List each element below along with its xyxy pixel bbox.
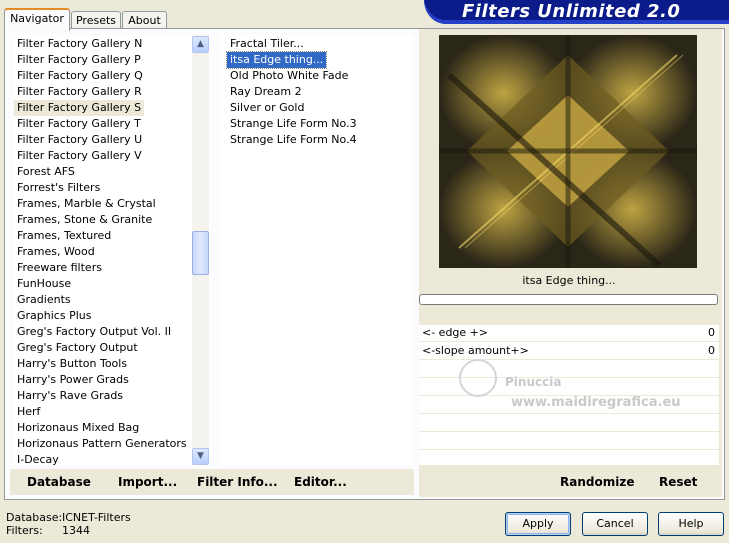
tab-about[interactable]: About bbox=[122, 11, 167, 29]
param-label: <-slope amount+> bbox=[422, 344, 529, 357]
category-item[interactable]: Frames, Marble & Crystal bbox=[14, 196, 159, 212]
category-item[interactable]: I-Decay bbox=[14, 452, 62, 468]
category-item[interactable]: Filter Factory Gallery T bbox=[14, 116, 144, 132]
category-list[interactable]: Filter Factory Gallery N Filter Factory G… bbox=[14, 35, 210, 468]
status-database-value: ICNET-Filters bbox=[62, 511, 131, 524]
category-item[interactable]: Gradients bbox=[14, 292, 74, 308]
status-filters-label: Filters: bbox=[6, 524, 43, 537]
params-grid: <- edge +> 0 <-slope amount+> 0 Pinuccia… bbox=[419, 325, 719, 465]
cancel-button[interactable]: Cancel bbox=[582, 512, 648, 536]
category-item[interactable]: Filter Factory Gallery R bbox=[14, 84, 145, 100]
category-item[interactable]: Greg's Factory Output bbox=[14, 340, 141, 356]
category-item[interactable]: Freeware filters bbox=[14, 260, 105, 276]
param-row-empty bbox=[419, 415, 719, 432]
filter-list[interactable]: Fractal Tiler... itsa Edge thing... Old Ph… bbox=[220, 35, 413, 465]
category-item[interactable]: Filter Factory Gallery Q bbox=[14, 68, 146, 84]
param-row-edge[interactable]: <- edge +> 0 bbox=[419, 325, 719, 342]
category-item[interactable]: Forrest's Filters bbox=[14, 180, 103, 196]
category-item[interactable]: Filter Factory Gallery V bbox=[14, 148, 145, 164]
randomize-button[interactable]: Randomize bbox=[560, 474, 634, 490]
param-row-slope[interactable]: <-slope amount+> 0 bbox=[419, 343, 719, 360]
category-item[interactable]: Filter Factory Gallery N bbox=[14, 36, 145, 52]
category-item[interactable]: Horizonaus Pattern Generators bbox=[14, 436, 190, 452]
scroll-thumb[interactable] bbox=[192, 231, 209, 275]
tab-navigator[interactable]: Navigator bbox=[4, 8, 70, 31]
left-button-bar: Database Import... Filter Info... Editor… bbox=[10, 469, 414, 495]
filter-item[interactable]: Silver or Gold bbox=[227, 100, 307, 116]
progress-bar bbox=[419, 294, 718, 305]
param-label: <- edge +> bbox=[422, 326, 489, 339]
scroll-down-icon[interactable]: ▼ bbox=[192, 448, 209, 465]
filter-item[interactable]: itsa Edge thing... bbox=[225, 51, 328, 69]
editor-button[interactable]: Editor... bbox=[294, 474, 347, 490]
category-item[interactable]: Filter Factory Gallery P bbox=[14, 52, 144, 68]
import-button[interactable]: Import... bbox=[118, 474, 177, 490]
param-row-empty bbox=[419, 433, 719, 450]
filter-item[interactable]: Old Photo White Fade bbox=[227, 68, 351, 84]
filter-item[interactable]: Ray Dream 2 bbox=[227, 84, 305, 100]
status-filters-value: 1344 bbox=[62, 524, 90, 537]
preview-image bbox=[439, 35, 697, 268]
preview-filter-name: itsa Edge thing... bbox=[522, 274, 616, 287]
status-database-label: Database: bbox=[6, 511, 63, 524]
filter-item[interactable]: Strange Life Form No.4 bbox=[227, 132, 360, 148]
app-title: Filters Unlimited 2.0 bbox=[462, 1, 681, 22]
category-item[interactable]: Frames, Wood bbox=[14, 244, 98, 260]
watermark-name: Pinuccia bbox=[505, 375, 562, 389]
category-item[interactable]: Forest AFS bbox=[14, 164, 78, 180]
category-item[interactable]: Frames, Textured bbox=[14, 228, 114, 244]
category-item[interactable]: Filter Factory Gallery U bbox=[14, 132, 145, 148]
category-item[interactable]: Harry's Power Grads bbox=[14, 372, 132, 388]
filter-info-button[interactable]: Filter Info... bbox=[197, 474, 278, 490]
apply-button[interactable]: Apply bbox=[505, 512, 571, 536]
category-item[interactable]: Harry's Rave Grads bbox=[14, 388, 126, 404]
param-value: 0 bbox=[708, 326, 715, 339]
scroll-up-icon[interactable]: ▲ bbox=[192, 36, 209, 53]
category-item[interactable]: Horizonaus Mixed Bag bbox=[14, 420, 142, 436]
category-item[interactable]: FunHouse bbox=[14, 276, 74, 292]
title-banner: Filters Unlimited 2.0 bbox=[424, 0, 729, 24]
database-button[interactable]: Database bbox=[27, 474, 91, 490]
filter-item[interactable]: Strange Life Form No.3 bbox=[227, 116, 360, 132]
category-item[interactable]: Frames, Stone & Granite bbox=[14, 212, 155, 228]
category-item[interactable]: Greg's Factory Output Vol. II bbox=[14, 324, 174, 340]
help-button[interactable]: Help bbox=[658, 512, 724, 536]
watermark-logo-icon bbox=[459, 359, 497, 397]
filter-item[interactable]: Fractal Tiler... bbox=[227, 36, 307, 52]
param-value: 0 bbox=[708, 344, 715, 357]
category-item[interactable]: Herf bbox=[14, 404, 43, 420]
category-scrollbar[interactable]: ▲ ▼ bbox=[192, 35, 209, 465]
category-item[interactable]: Harry's Button Tools bbox=[14, 356, 130, 372]
watermark-url: www.maidiregrafica.eu bbox=[511, 395, 681, 410]
navigator-panel: Filter Factory Gallery N Filter Factory G… bbox=[4, 28, 725, 500]
reset-button[interactable]: Reset bbox=[659, 474, 697, 490]
category-item[interactable]: Filter Factory Gallery S bbox=[14, 100, 145, 116]
category-item[interactable]: Graphics Plus bbox=[14, 308, 94, 324]
tab-presets[interactable]: Presets bbox=[71, 11, 121, 29]
